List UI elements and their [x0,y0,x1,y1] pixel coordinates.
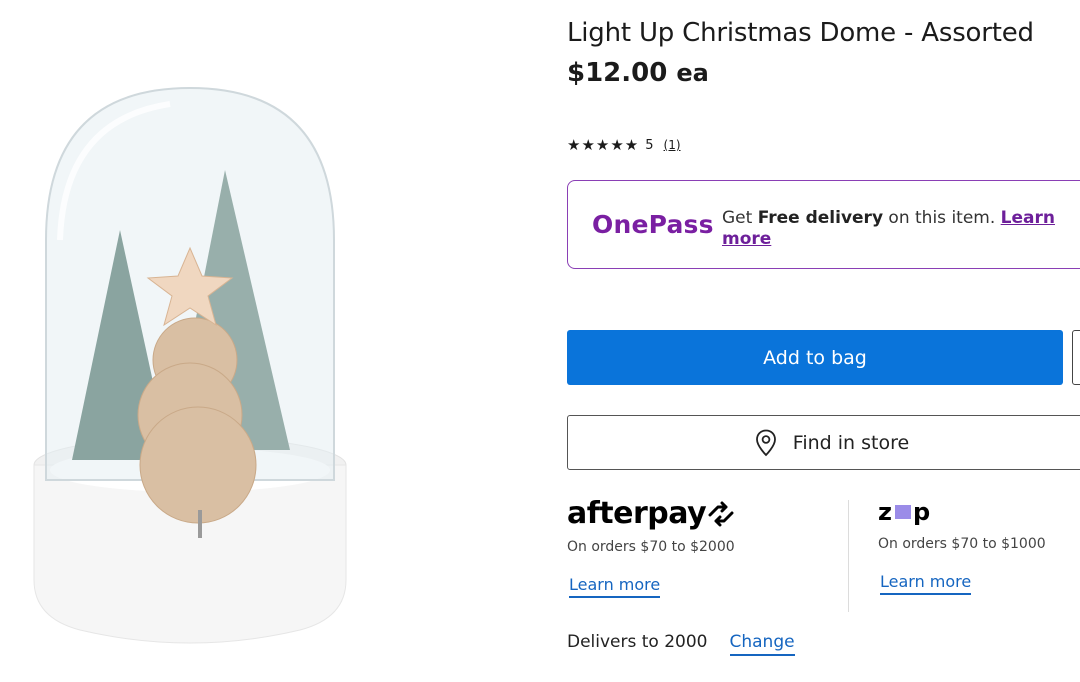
product-image[interactable] [0,0,540,682]
product-price: $12.00 ea [567,58,709,88]
onepass-text-prefix: Get [722,207,758,228]
onepass-banner: OnePass Get Free delivery on this item. … [567,180,1080,269]
location-pin-icon [755,429,776,456]
afterpay-logo-text: afterpay [567,496,707,531]
onepass-message: Get Free delivery on this item. Learn mo… [722,208,1080,250]
onepass-text-bold: Free delivery [757,207,884,228]
add-to-bag-button[interactable]: Add to bag [567,330,1063,385]
payment-divider [848,500,849,612]
star-rating-icons: ★★★★★ [567,136,640,154]
zip-logo-p: p [912,498,932,526]
zip-logo-mark [894,505,911,519]
product-title: Light Up Christmas Dome - Assorted [567,18,1034,48]
zip-logo-z: z [878,498,893,526]
afterpay-logo: afterpay [567,496,736,531]
afterpay-learn-more-link[interactable]: Learn more [569,575,661,598]
zip-logo: zp [878,496,1046,528]
afterpay-arrows-icon [708,501,734,526]
onepass-logo: OnePass [592,210,714,239]
onepass-text-suffix: on this item. [883,207,1001,228]
zip-terms: On orders $70 to $1000 [878,536,1046,552]
zip-learn-more-link[interactable]: Learn more [880,572,972,595]
change-location-link[interactable]: Change [729,632,795,656]
afterpay-terms: On orders $70 to $2000 [567,539,735,555]
afterpay-section: afterpay On orders $70 to $2000 Learn mo… [567,496,736,598]
price-unit: ea [676,59,709,87]
delivery-location: Delivers to 2000 Change [567,632,795,656]
find-in-store-button[interactable]: Find in store [567,415,1080,470]
rating-score: 5 [645,137,654,153]
zip-section: zp On orders $70 to $1000 Learn more [878,496,1046,595]
product-rating: ★★★★★ 5 (1) [567,136,681,154]
delivery-text: Delivers to 2000 [567,632,708,652]
product-photo [33,86,347,644]
review-count-link[interactable]: (1) [664,138,681,152]
wishlist-button[interactable] [1072,330,1080,385]
price-value: $12.00 [567,58,668,88]
find-in-store-label: Find in store [792,431,910,454]
